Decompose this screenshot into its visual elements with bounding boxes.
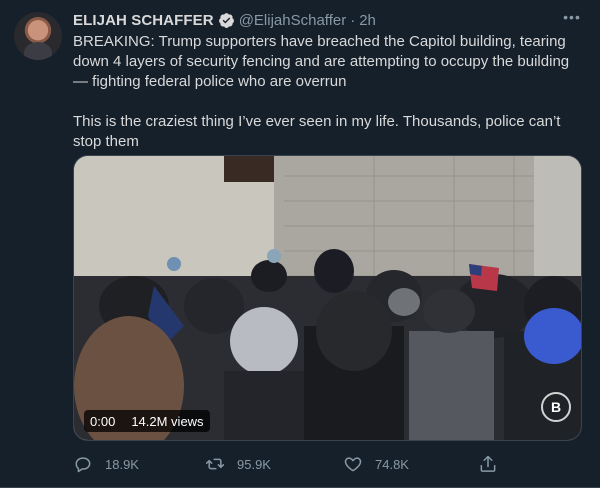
like-button[interactable]: 74.8K — [343, 452, 409, 476]
share-button[interactable] — [478, 452, 510, 476]
avatar[interactable] — [14, 12, 62, 60]
verified-badge-icon — [218, 12, 234, 28]
tweet[interactable]: ELIJAH SCHAFFER @ElijahSchaffer · 2h •••… — [0, 0, 600, 488]
timestamp[interactable]: 2h — [359, 12, 376, 29]
video-stats-badge: 0:00 14.2M views — [84, 410, 210, 432]
reply-button[interactable]: 18.9K — [73, 452, 139, 476]
video-duration: 0:00 — [90, 413, 116, 429]
video-player[interactable]: 0:00 14.2M views B — [73, 155, 582, 441]
tweet-header: ELIJAH SCHAFFER @ElijahSchaffer · 2h ••• — [73, 10, 582, 30]
retweet-icon — [205, 458, 225, 470]
retweet-button[interactable]: 95.9K — [205, 452, 271, 476]
separator-dot: · — [350, 11, 356, 29]
watermark-logo: B — [541, 392, 571, 422]
author-name[interactable]: ELIJAH SCHAFFER — [73, 12, 214, 29]
reply-count: 18.9K — [105, 456, 139, 472]
reply-icon — [75, 457, 91, 473]
tweet-actions: 18.9K 95.9K 74.8K — [73, 452, 513, 476]
video-views: 14.2M views — [131, 413, 204, 429]
ellipsis-icon[interactable]: ••• — [562, 10, 582, 30]
video-frame — [74, 156, 581, 440]
heart-icon — [344, 457, 362, 472]
share-icon — [480, 455, 496, 472]
tweet-text: BREAKING: Trump supporters have breached… — [73, 32, 585, 152]
tweet-text-paragraph-1: BREAKING: Trump supporters have breached… — [73, 33, 574, 90]
tweet-text-paragraph-2: This is the craziest thing I’ve ever see… — [73, 113, 565, 150]
like-count: 74.8K — [375, 456, 409, 472]
author-handle[interactable]: @ElijahSchaffer — [239, 12, 347, 29]
retweet-count: 95.9K — [237, 456, 271, 472]
